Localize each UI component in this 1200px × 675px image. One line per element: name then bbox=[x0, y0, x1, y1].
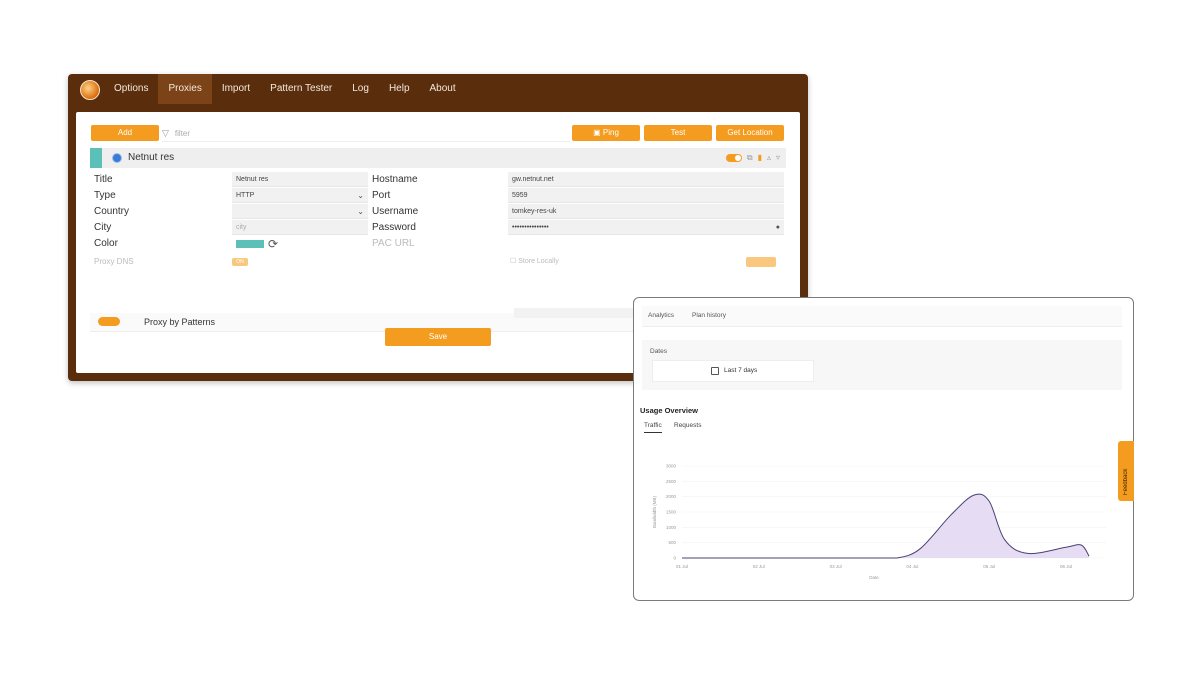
pac-url-label: PAC URL bbox=[372, 238, 415, 249]
password-label: Password bbox=[372, 222, 416, 233]
globe-icon bbox=[112, 153, 122, 163]
date-range-value: Last 7 days bbox=[724, 367, 758, 374]
proxy-header-title: Netnut res bbox=[128, 152, 175, 163]
menu-log[interactable]: Log bbox=[342, 74, 379, 104]
copy-icon[interactable]: ⧉ bbox=[747, 152, 753, 164]
analytics-tabs: Analytics Plan history bbox=[642, 306, 1122, 327]
x-tick-label: 05 Jul bbox=[983, 564, 995, 569]
menu-bar: Options Proxies Import Pattern Tester Lo… bbox=[68, 74, 808, 104]
hostname-field[interactable]: gw.netnut.net bbox=[508, 172, 784, 187]
store-locally-checkbox[interactable]: ☐ Store Locally bbox=[510, 254, 559, 270]
analytics-panel: Analytics Plan history Dates Last 7 days… bbox=[633, 297, 1134, 601]
save-button[interactable]: Save bbox=[385, 328, 491, 346]
tab-requests[interactable]: Requests bbox=[674, 422, 701, 429]
store-locally-button[interactable] bbox=[746, 257, 776, 267]
menu-options[interactable]: Options bbox=[104, 74, 158, 104]
filter-placeholder: filter bbox=[174, 129, 191, 138]
proxy-color-bar bbox=[90, 148, 102, 168]
feedback-label: Feedback bbox=[1123, 468, 1129, 495]
x-tick-label: 04 Jul bbox=[906, 564, 918, 569]
title-field[interactable]: Netnut res bbox=[232, 172, 368, 187]
x-tick-label: 02 Jul bbox=[753, 564, 765, 569]
x-tick-label: 06 Jul bbox=[1060, 564, 1072, 569]
y-axis-label: Bandwidth (MB) bbox=[652, 495, 657, 528]
get-location-button[interactable]: Get Location bbox=[716, 125, 784, 141]
hostname-label: Hostname bbox=[372, 174, 418, 185]
patterns-toggle[interactable] bbox=[98, 317, 120, 326]
calendar-icon bbox=[711, 367, 719, 375]
series-line bbox=[682, 493, 1090, 559]
proxy-header-actions: ⧉ ▮ ▵ ▿ bbox=[725, 152, 780, 164]
type-select[interactable]: HTTP ⌄ bbox=[232, 188, 368, 203]
move-down-icon[interactable]: ▿ bbox=[776, 152, 780, 164]
y-tick-label: 1500 bbox=[666, 510, 677, 515]
port-label: Port bbox=[372, 190, 391, 201]
type-value: HTTP bbox=[236, 192, 255, 199]
color-label: Color bbox=[94, 238, 118, 249]
city-field[interactable]: city bbox=[232, 220, 368, 235]
proxy-dns-toggle[interactable]: ON bbox=[232, 258, 248, 266]
y-tick-label: 2500 bbox=[666, 479, 677, 484]
y-tick-label: 3000 bbox=[666, 464, 677, 469]
y-tick-label: 500 bbox=[668, 540, 676, 545]
delete-icon[interactable]: ▮ bbox=[758, 152, 762, 164]
refresh-icon[interactable]: ⟳ bbox=[268, 236, 278, 252]
password-field[interactable]: ••••••••••••••• ● bbox=[508, 220, 784, 235]
series-area bbox=[682, 494, 1090, 558]
menu-pattern-tester[interactable]: Pattern Tester bbox=[260, 74, 342, 104]
foxyproxy-logo-icon bbox=[80, 80, 100, 100]
country-select[interactable]: ⌄ bbox=[232, 204, 368, 219]
tab-traffic[interactable]: Traffic bbox=[644, 422, 662, 433]
menu-about[interactable]: About bbox=[420, 74, 466, 104]
title-label: Title bbox=[94, 174, 113, 185]
checkbox-icon: ☐ bbox=[510, 258, 519, 265]
ping-icon: ▣ bbox=[593, 128, 603, 137]
test-button[interactable]: Test bbox=[644, 125, 712, 141]
proxy-header[interactable]: Netnut res ⧉ ▮ ▵ ▿ bbox=[90, 148, 786, 168]
proxy-dns-label: Proxy DNS bbox=[94, 257, 134, 266]
color-swatch[interactable] bbox=[236, 240, 264, 248]
date-range-picker[interactable]: Last 7 days bbox=[652, 360, 814, 382]
x-tick-label: 01 Jul bbox=[676, 564, 688, 569]
y-tick-label: 0 bbox=[673, 556, 676, 561]
show-password-icon[interactable]: ● bbox=[776, 220, 780, 235]
ping-button[interactable]: ▣ Ping bbox=[572, 125, 640, 141]
menu-proxies[interactable]: Proxies bbox=[158, 74, 212, 104]
y-tick-label: 2000 bbox=[666, 494, 677, 499]
username-field[interactable]: tomkey-res-uk bbox=[508, 204, 784, 219]
ping-label: Ping bbox=[602, 128, 619, 137]
filter-input[interactable]: ▽ filter bbox=[162, 125, 570, 142]
move-up-icon[interactable]: ▵ bbox=[767, 152, 771, 164]
add-button[interactable]: Add bbox=[91, 125, 159, 141]
password-value: ••••••••••••••• bbox=[512, 224, 549, 231]
x-axis-label: Date bbox=[869, 575, 879, 580]
usage-overview-title: Usage Overview bbox=[640, 406, 698, 415]
username-label: Username bbox=[372, 206, 419, 217]
chevron-down-icon: ⌄ bbox=[357, 207, 364, 216]
menu-items: Options Proxies Import Pattern Tester Lo… bbox=[104, 74, 466, 104]
y-tick-label: 1000 bbox=[666, 525, 677, 530]
menu-import[interactable]: Import bbox=[212, 74, 260, 104]
date-filter: Dates Last 7 days bbox=[642, 340, 1122, 390]
proxy-enable-toggle[interactable] bbox=[725, 154, 742, 162]
tab-analytics[interactable]: Analytics bbox=[648, 306, 674, 326]
proxy-by-patterns-label: Proxy by Patterns bbox=[144, 317, 216, 327]
type-label: Type bbox=[94, 190, 116, 201]
tab-plan-history[interactable]: Plan history bbox=[692, 306, 726, 326]
store-locally-label: Store Locally bbox=[518, 258, 559, 265]
dates-label: Dates bbox=[650, 348, 667, 355]
menu-help[interactable]: Help bbox=[379, 74, 420, 104]
x-tick-label: 03 Jul bbox=[830, 564, 842, 569]
city-label: City bbox=[94, 222, 112, 233]
country-label: Country bbox=[94, 206, 130, 217]
chevron-down-icon: ⌄ bbox=[357, 191, 364, 200]
filter-icon: ▽ bbox=[162, 128, 169, 138]
port-field[interactable]: 5959 bbox=[508, 188, 784, 203]
traffic-chart: 0 500 1000 1500 2000 2500 3000 01 Jul 02 Jul 03 J… bbox=[652, 464, 1106, 580]
feedback-tab[interactable]: Feedback bbox=[1118, 441, 1134, 501]
